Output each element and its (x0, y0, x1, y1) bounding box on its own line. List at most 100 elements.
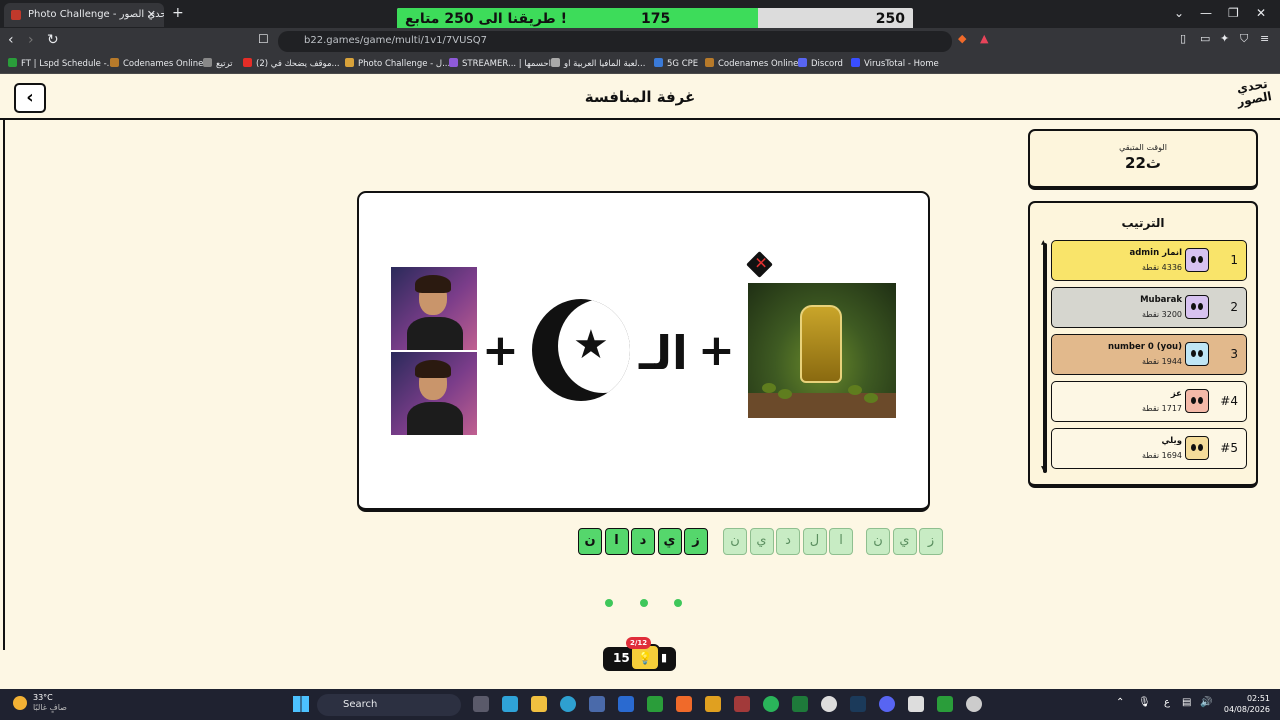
start-icon[interactable] (293, 696, 309, 712)
bookmark-item[interactable]: لعبة المافيا العربية او... (551, 58, 645, 69)
hint-letter-tile: د (776, 528, 800, 555)
vpn-icon[interactable]: ⛉ (1240, 32, 1248, 46)
tab-title: Photo Challenge - لعبة تحدي الصور (28, 9, 164, 20)
menu-icon[interactable]: ≡ (1260, 32, 1269, 45)
player-position: 2 (1230, 300, 1238, 314)
chatgpt-icon[interactable] (966, 696, 982, 712)
hint-button[interactable]: 15 💡 2/12 ▮ (603, 637, 676, 671)
player-points: 4336 نقطة (1141, 263, 1182, 272)
outlook-icon[interactable] (618, 696, 634, 712)
hint-letter-tile: ز (919, 528, 943, 555)
windows-taskbar: 33°C صافٍ غالبًا Search ⌃ 🎙 ع ▤ 🔊 02:51 … (0, 689, 1280, 720)
player-position: #4 (1220, 394, 1238, 408)
scroll-down-icon[interactable]: ▼ (1041, 465, 1046, 472)
bookmark-icon[interactable]: ☐ (258, 32, 269, 46)
ranking-row: Mubarak 3200 نقطة 2 (1051, 287, 1247, 328)
streamer-photo-top (391, 267, 477, 350)
bookmark-item[interactable]: FT | Lspd Schedule -... (8, 58, 115, 69)
language-indicator[interactable]: ع (1164, 697, 1170, 708)
ranking-scrollbar[interactable] (1043, 243, 1047, 473)
brave-shield-icon[interactable]: ◆ (958, 32, 966, 45)
player-points: 1694 نقطة (1141, 451, 1182, 460)
excel-icon[interactable] (792, 696, 808, 712)
url-text: b22.games/game/multi/1v1/7VUSQ7 (304, 35, 487, 46)
obs-icon[interactable] (821, 696, 837, 712)
leo-icon[interactable]: ✦ (1220, 32, 1229, 45)
ranking-panel: الترتيب ▲ ▼ انمار admin4336 نقطة1Mubarak… (1028, 201, 1258, 488)
player-name: انمار admin (1129, 248, 1182, 258)
app-icon[interactable] (908, 696, 924, 712)
xbox-app-icon[interactable] (937, 696, 953, 712)
ranking-title: الترتيب (1121, 216, 1165, 230)
bookmark-item[interactable]: Photo Challenge - ل... (345, 58, 450, 69)
network-icon[interactable]: ▤ (1182, 697, 1191, 708)
new-tab-button[interactable]: + (172, 5, 184, 21)
plus-icon: + (698, 325, 735, 376)
wallet-icon[interactable]: ▭ (1200, 32, 1210, 45)
forward-nav-icon[interactable]: › (28, 32, 34, 48)
player-avatar (1185, 248, 1209, 272)
minimize-icon[interactable]: — (1200, 6, 1212, 20)
reload-icon[interactable]: ↻ (47, 32, 59, 48)
back-button[interactable]: ‹ (14, 83, 46, 113)
hint-letter-tile: ي (749, 528, 774, 555)
volume-icon[interactable]: 🔊 (1200, 697, 1212, 708)
answer-letter-tile[interactable]: ن (578, 528, 602, 555)
player-name: Mubarak (1140, 295, 1182, 305)
weather-sun-icon (13, 696, 27, 710)
sidebar-icon[interactable]: ▯ (1180, 32, 1186, 45)
steam-icon[interactable] (850, 696, 866, 712)
bookmark-item[interactable]: VirusTotal - Home (851, 58, 939, 69)
answer-letter-tile[interactable]: ا (604, 528, 629, 555)
game-page: ‹ غرفة المنافسة تحدي الصور الوقت المتبقي… (0, 74, 1280, 689)
close-tab-icon[interactable]: ✕ (147, 8, 156, 21)
bookmark-item[interactable]: Codenames Online (705, 58, 798, 69)
ranking-row: انمار admin 4336 نقطة 1 (1051, 240, 1247, 281)
bookmark-item[interactable]: STREAMER... | احسمها (449, 58, 551, 69)
weather-widget[interactable]: 33°C صافٍ غالبًا (13, 693, 67, 713)
url-field[interactable]: b22.games/game/multi/1v1/7VUSQ7 (278, 31, 952, 52)
maximize-icon[interactable]: ❐ (1228, 6, 1239, 20)
brave-icon[interactable] (676, 696, 692, 712)
weather-text: صافٍ غالبًا (33, 703, 67, 712)
spotify-icon[interactable] (763, 696, 779, 712)
bookmark-item[interactable]: Discord (798, 58, 843, 69)
clock-date: 04/08/2026 (1223, 705, 1270, 714)
bookmark-item[interactable]: (2) موقف يضحك في... (243, 58, 340, 69)
bookmarks-bar: FT | Lspd Schedule -... Codenames Online… (0, 54, 1280, 74)
player-points: 1944 نقطة (1141, 357, 1182, 366)
answer-letter-tile[interactable]: د (631, 528, 655, 555)
back-nav-icon[interactable]: ‹ (8, 32, 14, 48)
player-name: number 0 (you) (1107, 342, 1182, 352)
app-icon[interactable] (705, 696, 721, 712)
answer-letter-tile[interactable]: ز (684, 528, 708, 555)
copilot-icon[interactable] (502, 696, 518, 712)
bookmark-item[interactable]: 5G CPE (654, 58, 698, 69)
rewards-icon[interactable]: ▲ (980, 32, 988, 45)
mic-icon[interactable]: 🎙 (1138, 697, 1151, 708)
player-name: عز (1170, 389, 1182, 399)
xbox-icon[interactable] (647, 696, 663, 712)
streamer-photo-bottom (391, 352, 477, 435)
bookmark-item[interactable]: ترتيع (203, 58, 233, 69)
temperature: 33°C (33, 693, 53, 702)
browser-tab[interactable]: Photo Challenge - لعبة تحدي الصور ✕ (4, 3, 164, 27)
remove-icon[interactable]: ✕ (746, 251, 773, 278)
system-clock[interactable]: 02:51 04/08/2026 (1218, 693, 1270, 715)
bookmark-item[interactable]: Codenames Online (110, 58, 203, 69)
store-icon[interactable] (589, 696, 605, 712)
player-avatar (1185, 389, 1209, 413)
task-view-icon[interactable] (473, 696, 489, 712)
tray-chevron-icon[interactable]: ⌃ (1116, 697, 1124, 708)
progress-dot (640, 599, 648, 607)
file-explorer-icon[interactable] (531, 696, 547, 712)
discord-icon[interactable] (879, 696, 895, 712)
answer-letter-tile[interactable]: ي (657, 528, 682, 555)
tab-search-icon[interactable]: ⌄ (1174, 6, 1184, 20)
taskbar-search[interactable]: Search (317, 694, 461, 716)
player-avatar (1185, 436, 1209, 460)
winrar-icon[interactable] (734, 696, 750, 712)
ranking-row: ويلي 1694 نقطة #5 (1051, 428, 1247, 469)
edge-icon[interactable] (560, 696, 576, 712)
close-window-icon[interactable]: ✕ (1256, 6, 1266, 20)
